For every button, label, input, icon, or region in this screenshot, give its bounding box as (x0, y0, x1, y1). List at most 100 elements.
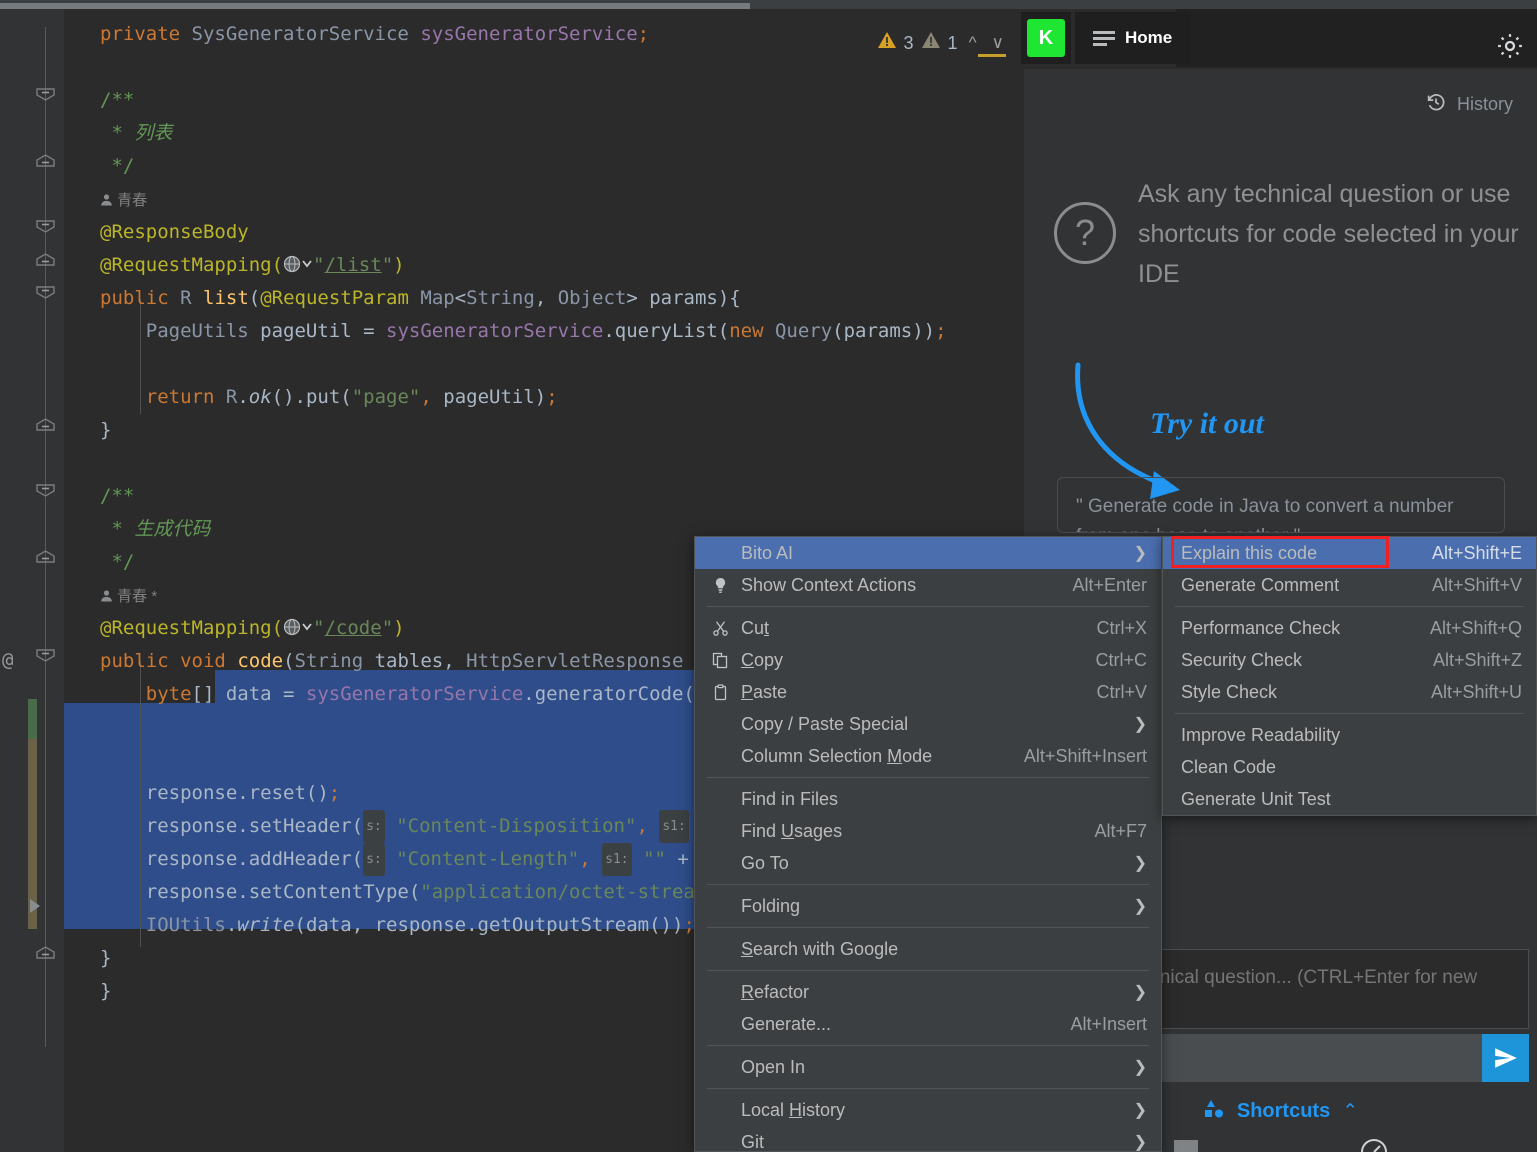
bito-logo-letter: K (1027, 19, 1065, 57)
submenu-item-performance-check[interactable]: Performance Check Alt+Shift+Q (1163, 612, 1536, 644)
menu-item-cut[interactable]: Cut Ctrl+X (695, 612, 1161, 644)
code-line: */ (100, 155, 135, 177)
settings-strip (1176, 9, 1537, 67)
submenu-item-clean-code[interactable]: Clean Code (1163, 751, 1536, 783)
fold-marker-end[interactable] (36, 418, 55, 431)
menu-item-shortcut: Alt+Shift+V (1431, 574, 1522, 595)
web-mapping-icon[interactable] (283, 251, 313, 273)
next-problem-chevron-down-icon[interactable]: ∨ (988, 33, 1008, 53)
menu-item-label: Explain this code (1181, 542, 1318, 563)
send-button[interactable] (1482, 1034, 1529, 1082)
web-mapping-icon[interactable] (283, 614, 313, 636)
menu-item-git[interactable]: Git ❯ (695, 1126, 1161, 1152)
menu-item-copy[interactable]: Copy Ctrl+C (695, 644, 1161, 676)
menu-separator (707, 606, 1149, 607)
annotation-at-marker: @ (2, 649, 14, 671)
menu-item-generate[interactable]: Generate... Alt+Insert (695, 1008, 1161, 1040)
menu-item-label: Git (741, 1131, 765, 1152)
submenu-item-generate-comment[interactable]: Generate Comment Alt+Shift+V (1163, 569, 1536, 601)
menu-icon (1093, 30, 1115, 46)
menu-separator (1175, 713, 1524, 714)
chevron-right-icon: ❯ (1133, 898, 1147, 915)
editor-context-menu[interactable]: Bito AI ❯ Show Context Actions Alt+Enter Cut… (694, 536, 1162, 1152)
chevron-up-icon[interactable]: ⌃ (1342, 1100, 1358, 1123)
bulb-icon (707, 577, 733, 594)
code-line: */ (100, 551, 135, 573)
submenu-item-improve-readability[interactable]: Improve Readability (1163, 719, 1536, 751)
fold-marker-collapse[interactable] (36, 286, 55, 299)
history-button[interactable]: History (1425, 91, 1513, 118)
menu-item-label: Generate Comment (1181, 574, 1340, 595)
fold-marker-collapse[interactable] (36, 88, 55, 101)
clipboard-icon (707, 683, 733, 701)
code-line: @ResponseBody (100, 221, 249, 243)
fold-marker-end[interactable] (36, 154, 55, 167)
menu-item-copy-paste-special[interactable]: Copy / Paste Special ❯ (695, 708, 1161, 740)
submenu-item-style-check[interactable]: Style Check Alt+Shift+U (1163, 676, 1536, 708)
suggested-prompt[interactable]: " Generate code in Java to convert a num… (1057, 477, 1505, 533)
menu-item-shortcut: Ctrl+C (1095, 649, 1147, 670)
menu-separator (1175, 606, 1524, 607)
scissors-icon (707, 620, 733, 637)
menu-item-paste[interactable]: Paste Ctrl+V (695, 676, 1161, 708)
menu-item-shortcut: Ctrl+X (1096, 617, 1147, 638)
fold-marker-end[interactable] (36, 550, 55, 563)
bito-ai-submenu[interactable]: Explain this code Alt+Shift+E Generate Com… (1162, 536, 1537, 816)
menu-item-find-usages[interactable]: Find Usages Alt+F7 (695, 815, 1161, 847)
history-label: History (1456, 94, 1513, 114)
question-mark-icon: ? (1054, 202, 1116, 264)
menu-item-search-with-google[interactable]: Search with Google (695, 933, 1161, 965)
chevron-right-icon: ❯ (1133, 1059, 1147, 1076)
menu-item-label: Style Check (1181, 681, 1278, 702)
menu-separator (707, 1088, 1149, 1089)
fold-marker-collapse[interactable] (36, 220, 55, 233)
submenu-item-security-check[interactable]: Security Check Alt+Shift+Z (1163, 644, 1536, 676)
performance-gauge-icon[interactable] (1359, 1137, 1389, 1152)
menu-item-bito-ai[interactable]: Bito AI ❯ (695, 537, 1161, 569)
menu-item-show-context-actions[interactable]: Show Context Actions Alt+Enter (695, 569, 1161, 601)
menu-item-shortcut: Alt+Enter (1072, 574, 1147, 595)
person-icon (101, 590, 112, 602)
editor-annotation-gutter (28, 9, 64, 1152)
menu-item-label: Improve Readability (1181, 724, 1341, 745)
menu-item-refactor[interactable]: Refactor ❯ (695, 976, 1161, 1008)
menu-item-shortcut: Alt+Shift+U (1430, 681, 1522, 702)
code-line: PageUtils pageUtil = sysGeneratorService… (145, 320, 947, 342)
vcs-change-marker-added[interactable] (28, 699, 37, 739)
menu-item-folding[interactable]: Folding ❯ (695, 890, 1161, 922)
fold-marker-collapse[interactable] (36, 649, 55, 662)
menu-item-local-history[interactable]: Local History ❯ (695, 1094, 1161, 1126)
bito-logo[interactable]: K (1021, 12, 1071, 64)
menu-item-label: Clean Code (1181, 756, 1277, 777)
chevron-right-icon: ❯ (1133, 545, 1147, 562)
fold-marker-collapse[interactable] (36, 484, 55, 497)
menu-item-open-in[interactable]: Open In ❯ (695, 1051, 1161, 1083)
shortcuts-label: Shortcuts (1236, 1100, 1331, 1122)
code-line: public R list(@RequestParam Map<String, … (100, 287, 741, 309)
menu-item-label: Security Check (1181, 649, 1303, 670)
run-gutter-icon[interactable] (30, 899, 40, 913)
menu-item-find-in-files[interactable]: Find in Files (695, 783, 1161, 815)
menu-separator (707, 970, 1149, 971)
code-line: * 列表 (100, 122, 173, 144)
submenu-item-explain-this-code[interactable]: Explain this code Alt+Shift+E (1163, 537, 1536, 569)
vcs-author-annotation: 青春 * (100, 588, 157, 605)
code-line: * 生成代码 (100, 518, 211, 540)
menu-item-column-selection-mode[interactable]: Column Selection Mode Alt+Shift+Insert (695, 740, 1161, 772)
menu-separator (707, 1045, 1149, 1046)
menu-item-label: Refactor (741, 981, 810, 1002)
submenu-item-generate-unit-test[interactable]: Generate Unit Test (1163, 783, 1536, 815)
menu-separator (707, 777, 1149, 778)
tab-home[interactable]: Home (1075, 12, 1191, 64)
fold-region-line (45, 27, 46, 1047)
shortcuts-icon (1203, 1099, 1225, 1124)
menu-item-go-to[interactable]: Go To ❯ (695, 847, 1161, 879)
fold-marker-end[interactable] (36, 253, 55, 266)
inspection-widget[interactable]: 3 1 ^ ∨ (862, 18, 1008, 68)
add-comment-icon[interactable] (1172, 1139, 1202, 1152)
code-line: IOUtils.write(data, response.getOutputSt… (145, 914, 695, 936)
fold-marker-end[interactable] (36, 946, 55, 959)
prev-problem-chevron-up-icon[interactable]: ^ (965, 33, 981, 53)
menu-item-shortcut: Alt+Shift+E (1431, 542, 1522, 563)
gear-icon[interactable] (1495, 31, 1525, 61)
